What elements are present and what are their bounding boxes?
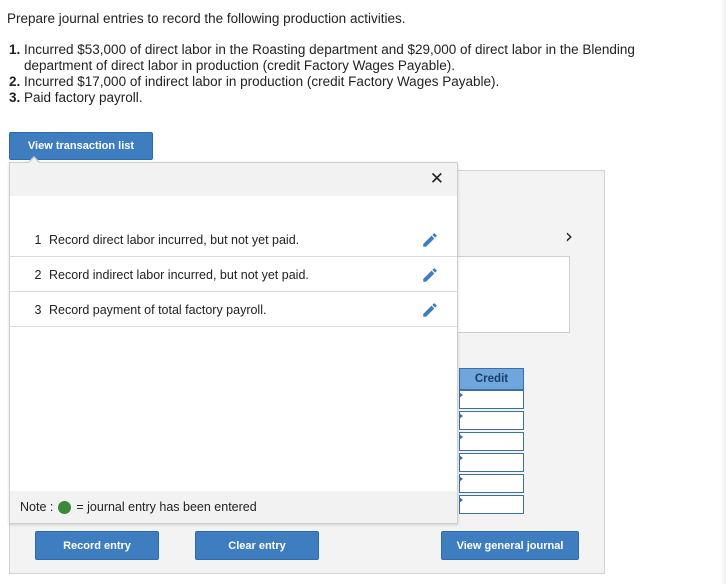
cell-marker-icon xyxy=(459,434,463,440)
cell-marker-icon xyxy=(459,497,463,503)
transaction-list-popup: ✕ 1 Record direct labor incurred, but no… xyxy=(9,162,458,524)
step-number: 2. xyxy=(9,74,21,89)
chevron-right-icon[interactable]: › xyxy=(565,224,573,248)
step-text: Incurred $53,000 of direct labor in the … xyxy=(24,42,635,73)
instruction-step-3: 3. Paid factory payroll. xyxy=(9,90,699,106)
transaction-row-2[interactable]: 2 Record indirect labor incurred, but no… xyxy=(10,258,457,292)
pencil-icon[interactable] xyxy=(421,266,439,284)
transaction-number-cell: 3 xyxy=(10,303,49,317)
pencil-icon[interactable] xyxy=(421,301,439,319)
green-dot-icon xyxy=(58,500,72,514)
view-general-journal-button[interactable]: View general journal xyxy=(441,531,579,560)
step-text: Incurred $17,000 of indirect labor in pr… xyxy=(24,74,500,89)
close-icon[interactable]: ✕ xyxy=(430,169,444,189)
transaction-number: 1 xyxy=(34,232,42,247)
transaction-row-3[interactable]: 3 Record payment of total factory payrol… xyxy=(10,293,457,327)
transaction-number: 3 xyxy=(34,302,42,317)
credit-input-6[interactable] xyxy=(459,495,524,514)
note-text: = journal entry has been entered xyxy=(76,500,257,514)
credit-input-5[interactable] xyxy=(459,474,524,493)
step-number: 1. xyxy=(9,42,21,57)
step-text: Paid factory payroll. xyxy=(24,90,143,105)
transaction-row-1[interactable]: 1 Record direct labor incurred, but not … xyxy=(10,223,457,257)
note-prefix: Note : xyxy=(20,500,54,514)
edge-shadow xyxy=(720,0,726,584)
credit-input-1[interactable] xyxy=(459,390,524,409)
popup-caret-fill xyxy=(29,158,39,163)
transaction-number: 2 xyxy=(34,267,42,282)
clear-entry-button[interactable]: Clear entry xyxy=(195,531,319,560)
cell-marker-icon xyxy=(459,455,463,461)
instructions-intro: Prepare journal entries to record the fo… xyxy=(7,11,406,26)
instructions-steps: 1. Incurred $53,000 of direct labor in t… xyxy=(9,42,699,106)
transaction-label: Record payment of total factory payroll. xyxy=(49,302,267,317)
credit-input-2[interactable] xyxy=(459,411,524,430)
record-entry-button[interactable]: Record entry xyxy=(35,531,159,560)
cell-marker-icon xyxy=(459,392,463,398)
instruction-step-1: 1. Incurred $53,000 of direct labor in t… xyxy=(9,42,699,74)
instruction-step-2: 2. Incurred $17,000 of indirect labor in… xyxy=(9,74,699,90)
pencil-icon[interactable] xyxy=(421,231,439,249)
step-number: 3. xyxy=(9,90,21,105)
journal-description-box xyxy=(446,256,570,333)
transaction-label: Record indirect labor incurred, but not … xyxy=(49,267,309,282)
cell-marker-icon xyxy=(459,413,463,419)
credit-input-4[interactable] xyxy=(459,453,524,472)
credit-input-3[interactable] xyxy=(459,432,524,451)
transaction-label: Record direct labor incurred, but not ye… xyxy=(49,232,300,247)
legend-note: Note : = journal entry has been entered xyxy=(10,491,457,523)
transaction-number-cell: 1 xyxy=(10,233,49,247)
credit-column-header: Credit xyxy=(459,368,524,390)
popup-header: ✕ xyxy=(10,163,457,196)
cell-marker-icon xyxy=(459,476,463,482)
transaction-number-cell: 2 xyxy=(10,268,49,282)
